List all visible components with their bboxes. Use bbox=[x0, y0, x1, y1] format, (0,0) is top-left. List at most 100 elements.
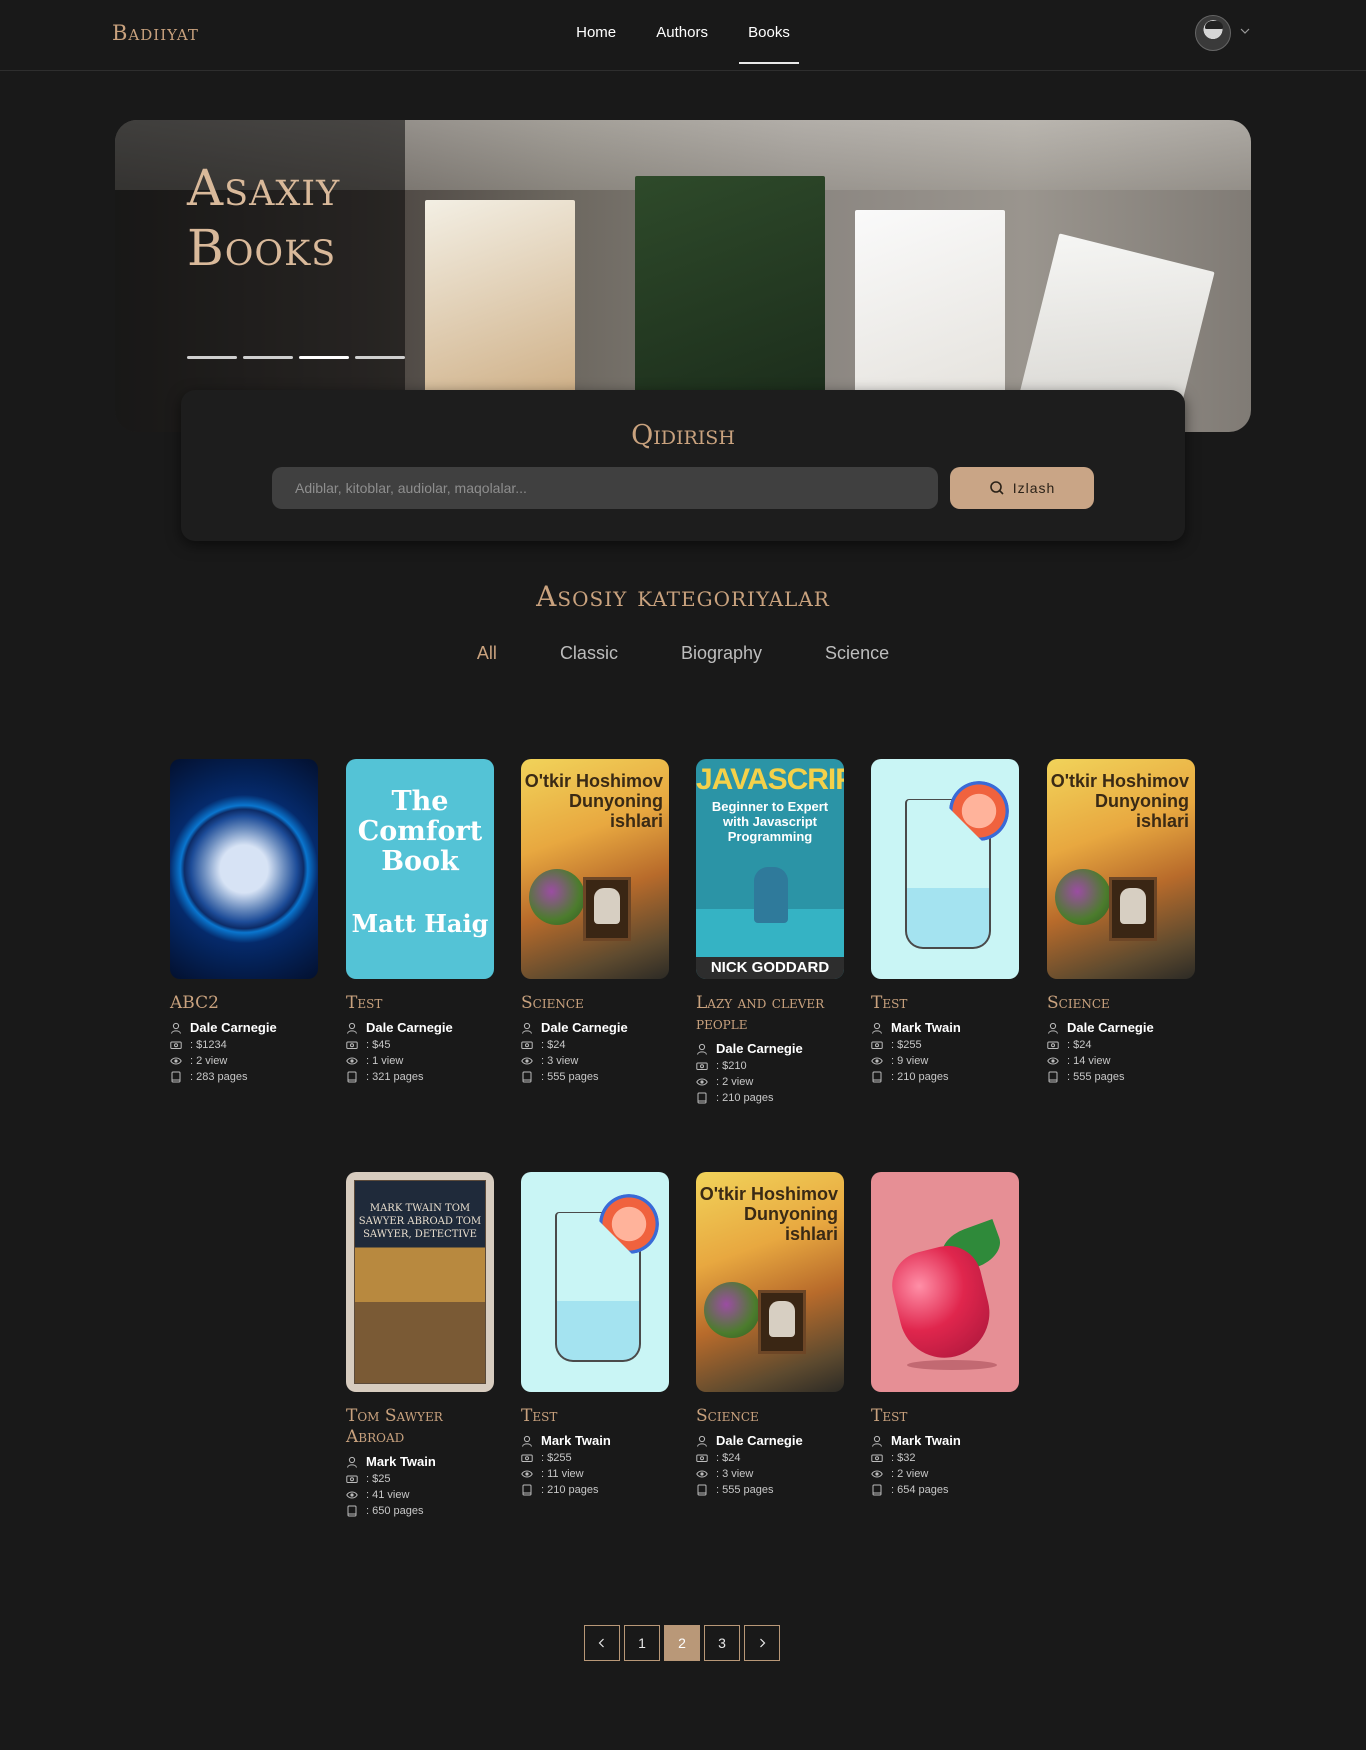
category-tab-all[interactable]: All bbox=[477, 643, 497, 664]
pagination-page-2[interactable]: 2 bbox=[664, 1625, 700, 1661]
cover-plant bbox=[1055, 869, 1111, 925]
book-title[interactable]: Science bbox=[521, 993, 669, 1014]
book-cover[interactable] bbox=[871, 1172, 1019, 1392]
nav-home[interactable]: Home bbox=[576, 24, 616, 41]
book-author[interactable]: Dale Carnegie bbox=[716, 1041, 803, 1056]
category-tab-science[interactable]: Science bbox=[825, 643, 889, 664]
book-cover[interactable]: The Comfort Book Matt Haig bbox=[346, 759, 494, 979]
pagination-prev[interactable] bbox=[584, 1625, 620, 1661]
book-title[interactable]: Test bbox=[871, 1406, 1019, 1427]
book-views-row: : 11 view bbox=[521, 1468, 669, 1480]
book-views: : 1 view bbox=[366, 1055, 404, 1067]
book-card[interactable]: JAVASCRIPTBeginner to Expert with Javasc… bbox=[696, 759, 844, 1104]
book-author[interactable]: Dale Carnegie bbox=[1067, 1020, 1154, 1035]
book-author-row: Mark Twain bbox=[871, 1433, 1019, 1448]
book-author-row: Mark Twain bbox=[871, 1020, 1019, 1035]
cover-portrait bbox=[758, 1290, 806, 1354]
views-icon bbox=[521, 1057, 533, 1065]
book-card[interactable]: Test Mark Twain: $255: 9 view: 210 pages bbox=[871, 759, 1019, 1083]
slider-dot[interactable] bbox=[187, 356, 237, 359]
slider-dot[interactable] bbox=[243, 356, 293, 359]
book-title[interactable]: Test bbox=[346, 993, 494, 1014]
book-author[interactable]: Mark Twain bbox=[891, 1433, 961, 1448]
author-icon bbox=[872, 1435, 882, 1447]
book-card[interactable]: Test Mark Twain: $32: 2 view: 654 pages bbox=[871, 1172, 1019, 1496]
chevron-down-icon[interactable] bbox=[1240, 26, 1250, 36]
book-pages-row: : 321 pages bbox=[346, 1071, 494, 1083]
top-navbar: Badiiyat Home Authors Books bbox=[0, 0, 1366, 71]
book-author[interactable]: Mark Twain bbox=[541, 1433, 611, 1448]
book-card[interactable]: O'tkir Hoshimov Dunyoning ishlari Science… bbox=[696, 1172, 844, 1496]
category-tab-classic[interactable]: Classic bbox=[560, 643, 618, 664]
book-card[interactable]: The Comfort Book Matt Haig Test Dale Carneg… bbox=[346, 759, 494, 1083]
book-cover[interactable]: O'tkir Hoshimov Dunyoning ishlari bbox=[521, 759, 669, 979]
book-pages: : 555 pages bbox=[1067, 1071, 1125, 1083]
search-input[interactable] bbox=[272, 467, 938, 509]
book-author[interactable]: Mark Twain bbox=[366, 1454, 436, 1469]
book-title[interactable]: Tom Sawyer Abroad bbox=[346, 1406, 494, 1448]
search-button[interactable]: Izlash bbox=[950, 467, 1094, 509]
book-author[interactable]: Dale Carnegie bbox=[541, 1020, 628, 1035]
book-cover[interactable] bbox=[170, 759, 318, 979]
price-icon bbox=[871, 1454, 883, 1462]
book-card[interactable]: MARK TWAIN TOM SAWYER ABROAD TOM SAWYER,… bbox=[346, 1172, 494, 1517]
views-icon bbox=[871, 1057, 883, 1065]
book-card[interactable]: O'tkir Hoshimov Dunyoning ishlari Science… bbox=[521, 759, 669, 1083]
book-views: : 2 view bbox=[190, 1055, 228, 1067]
views-icon bbox=[696, 1470, 708, 1478]
cover-shadow bbox=[907, 1360, 997, 1370]
book-author[interactable]: Dale Carnegie bbox=[716, 1433, 803, 1448]
price-icon bbox=[1047, 1041, 1059, 1049]
book-title[interactable]: Lazy and clever people bbox=[696, 993, 844, 1035]
book-pages: : 650 pages bbox=[366, 1505, 424, 1517]
book-cover[interactable]: JAVASCRIPTBeginner to Expert with Javasc… bbox=[696, 759, 844, 979]
book-pages-row: : 283 pages bbox=[170, 1071, 318, 1083]
book-cover[interactable]: MARK TWAIN TOM SAWYER ABROAD TOM SAWYER,… bbox=[346, 1172, 494, 1392]
book-title[interactable]: Test bbox=[871, 993, 1019, 1014]
pages-icon bbox=[171, 1071, 181, 1083]
book-author-row: Dale Carnegie bbox=[696, 1433, 844, 1448]
book-price: : $1234 bbox=[190, 1039, 227, 1051]
book-pages: : 210 pages bbox=[716, 1092, 774, 1104]
book-views: : 2 view bbox=[716, 1076, 754, 1088]
book-cover[interactable]: O'tkir Hoshimov Dunyoning ishlari bbox=[1047, 759, 1195, 979]
user-avatar[interactable] bbox=[1195, 15, 1231, 51]
book-cover[interactable] bbox=[871, 759, 1019, 979]
pagination-page-1[interactable]: 1 bbox=[624, 1625, 660, 1661]
book-title[interactable]: ABC2 bbox=[170, 993, 318, 1014]
book-author[interactable]: Dale Carnegie bbox=[366, 1020, 453, 1035]
book-price-row: : $255 bbox=[871, 1039, 1019, 1051]
price-icon bbox=[696, 1062, 708, 1070]
pagination-page-3[interactable]: 3 bbox=[704, 1625, 740, 1661]
book-pages: : 555 pages bbox=[716, 1484, 774, 1496]
book-views: : 14 view bbox=[1067, 1055, 1111, 1067]
author-icon bbox=[697, 1435, 707, 1447]
price-icon bbox=[346, 1041, 358, 1049]
book-price-row: : $45 bbox=[346, 1039, 494, 1051]
cover-subtitle: Beginner to Expert with Javascript Progr… bbox=[711, 799, 829, 844]
book-title[interactable]: Science bbox=[1047, 993, 1195, 1014]
book-pages: : 555 pages bbox=[541, 1071, 599, 1083]
slider-dot-active[interactable] bbox=[299, 356, 349, 359]
book-price-row: : $210 bbox=[696, 1060, 844, 1072]
book-title[interactable]: Test bbox=[521, 1406, 669, 1427]
book-views-row: : 41 view bbox=[346, 1489, 494, 1501]
book-title[interactable]: Science bbox=[696, 1406, 844, 1427]
author-icon bbox=[522, 1435, 532, 1447]
cover-plant bbox=[529, 869, 585, 925]
pagination-next[interactable] bbox=[744, 1625, 780, 1661]
book-price-row: : $1234 bbox=[170, 1039, 318, 1051]
book-card[interactable]: ABC2 Dale Carnegie : $1234 : 2 view : 283 pa… bbox=[170, 759, 318, 1083]
author-icon bbox=[522, 1022, 532, 1034]
book-author[interactable]: Dale Carnegie bbox=[190, 1020, 277, 1035]
slider-dot[interactable] bbox=[355, 356, 405, 359]
category-tab-biography[interactable]: Biography bbox=[681, 643, 762, 664]
book-card[interactable]: Test Mark Twain: $255: 11 view: 210 pages bbox=[521, 1172, 669, 1496]
book-cover[interactable] bbox=[521, 1172, 669, 1392]
book-author[interactable]: Mark Twain bbox=[891, 1020, 961, 1035]
nav-authors[interactable]: Authors bbox=[656, 24, 708, 41]
book-cover[interactable]: O'tkir Hoshimov Dunyoning ishlari bbox=[696, 1172, 844, 1392]
book-card[interactable]: O'tkir Hoshimov Dunyoning ishlari Science… bbox=[1047, 759, 1195, 1083]
nav-books[interactable]: Books bbox=[739, 24, 799, 64]
price-icon bbox=[521, 1454, 533, 1462]
